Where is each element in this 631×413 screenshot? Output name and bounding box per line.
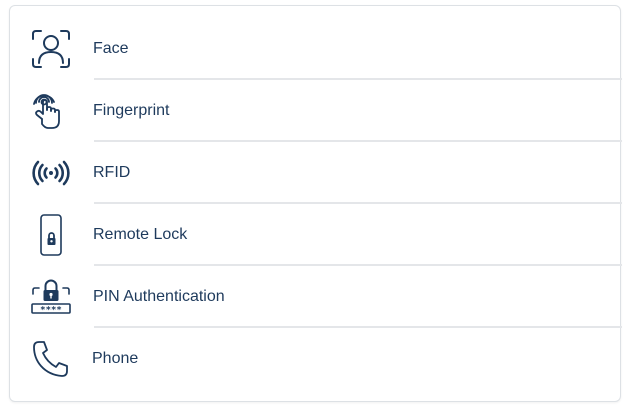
method-label: RFID [93,164,131,181]
method-item-pin-authentication[interactable]: **** PIN Authentication [10,266,622,328]
method-item-rfid[interactable]: RFID [10,142,622,204]
method-item-remote-lock[interactable]: Remote Lock [10,204,622,266]
phone-lock-icon [30,214,72,256]
method-item-fingerprint[interactable]: Fingerprint [10,80,622,142]
authentication-methods-card: Face Fingerprint RFID Remote Lock **** P… [9,5,622,402]
method-item-face[interactable]: Face [10,18,622,80]
method-label: PIN Authentication [93,288,225,305]
method-label: Remote Lock [93,226,188,243]
face-scan-icon [30,28,72,70]
method-item-phone[interactable]: Phone [10,328,622,388]
rfid-signal-icon [30,152,72,194]
phone-handset-icon [30,338,72,380]
fingerprint-touch-icon [30,90,72,132]
pin-lock-icon: **** [30,276,72,318]
svg-text:****: **** [40,306,62,316]
method-label: Fingerprint [93,102,170,119]
method-label: Phone [92,350,139,367]
method-label: Face [93,40,129,57]
